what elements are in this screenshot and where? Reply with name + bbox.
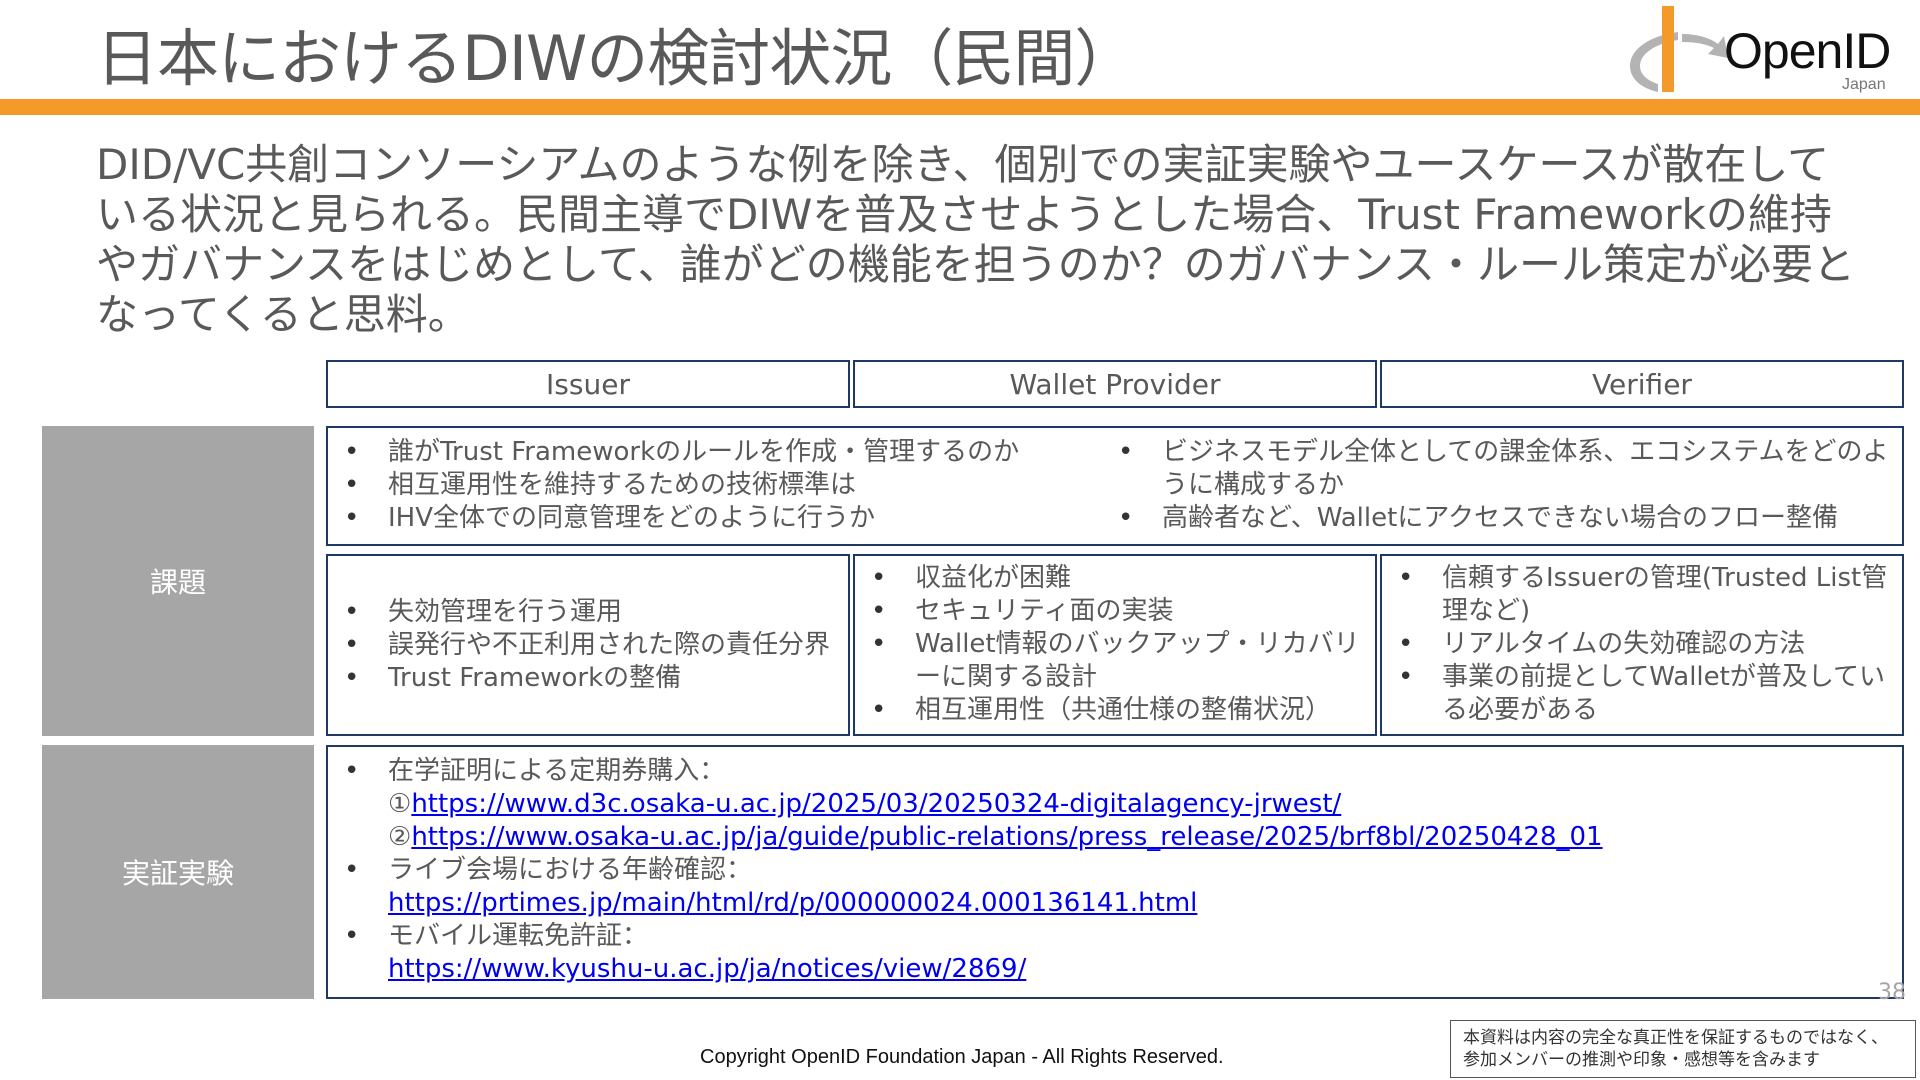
column-header-issuer: Issuer <box>326 360 850 408</box>
list-item: リアルタイムの失効確認の方法 <box>1398 628 1892 661</box>
list-item: Wallet情報のバックアップ・リカバリーに関する設計 <box>871 628 1365 694</box>
list-item: 収益化が困難 <box>871 562 1365 595</box>
row-label-kadai: 課題 <box>42 426 314 736</box>
link-prtimes[interactable]: https://prtimes.jp/main/html/rd/p/000000… <box>388 888 1197 918</box>
list-item: Trust Frameworkの整備 <box>344 662 848 695</box>
list-item: IHV全体での同意管理をどのように行うか <box>344 502 1088 535</box>
list-item: 事業の前提としてWalletが普及している必要がある <box>1398 661 1892 727</box>
disclaimer-box: 本資料は内容の完全な真正性を保証するものではなく、参加メンバーの推測や印象・感想… <box>1450 1020 1916 1078</box>
list-item: セキュリティ面の実装 <box>871 595 1365 628</box>
wallet-issues-box: 収益化が困難 セキュリティ面の実装 Wallet情報のバックアップ・リカバリーに… <box>853 554 1377 736</box>
list-item: 相互運用性（共通仕様の整備状況） <box>871 694 1365 727</box>
copyright-text: Copyright OpenID Foundation Japan - All … <box>700 1046 1224 1068</box>
page-number: 38 <box>1878 980 1906 1005</box>
row-label-jissho: 実証実験 <box>42 745 314 999</box>
list-item: ライブ会場における年齢確認： https://prtimes.jp/main/h… <box>344 854 1902 920</box>
jissho-box: 在学証明による定期券購入： ①https://www.d3c.osaka-u.a… <box>326 745 1904 999</box>
list-item: 在学証明による定期券購入： ①https://www.d3c.osaka-u.a… <box>344 755 1902 854</box>
header-accent-bar <box>0 99 1920 115</box>
item-label: ライブ会場における年齢確認： <box>388 855 753 885</box>
common-issues-box: 誰がTrust Frameworkのルールを作成・管理するのか 相互運用性を維持… <box>326 426 1904 546</box>
list-item: 信頼するIssuerの管理(Trusted List管理など) <box>1398 562 1892 628</box>
logo-text: OpenID <box>1724 23 1891 79</box>
column-header-wallet-provider: Wallet Provider <box>853 360 1377 408</box>
logo-subtext: Japan <box>1842 76 1886 93</box>
list-item: 失効管理を行う運用 <box>344 596 848 629</box>
link-d3c-osaka[interactable]: https://www.d3c.osaka-u.ac.jp/2025/03/20… <box>411 789 1341 819</box>
list-item: 誤発行や不正利用された際の責任分界 <box>344 629 848 662</box>
slide-title: 日本におけるDIWの検討状況（民間） <box>96 22 1136 95</box>
lead-paragraph: DID/VC共創コンソーシアムのような例を除き、個別での実証実験やユースケースが… <box>96 140 1855 339</box>
item-label: モバイル運転免許証： <box>388 921 649 951</box>
item-label: 在学証明による定期券購入： <box>388 756 726 786</box>
link-kyushu[interactable]: https://www.kyushu-u.ac.jp/ja/notices/vi… <box>388 954 1026 984</box>
list-item: 相互運用性を維持するための技術標準は <box>344 469 1088 502</box>
column-header-verifier: Verifier <box>1380 360 1904 408</box>
link-prefix: ① <box>388 789 412 819</box>
list-item: モバイル運転免許証： https://www.kyushu-u.ac.jp/ja… <box>344 920 1902 986</box>
link-osaka-press-release[interactable]: https://www.osaka-u.ac.jp/ja/guide/publi… <box>411 822 1602 852</box>
list-item: 誰がTrust Frameworkのルールを作成・管理するのか <box>344 436 1088 469</box>
list-item: 高齢者など、Walletにアクセスできない場合のフロー整備 <box>1118 502 1892 535</box>
verifier-issues-box: 信頼するIssuerの管理(Trusted List管理など) リアルタイムの失… <box>1380 554 1904 736</box>
list-item: ビジネスモデル全体としての課金体系、エコシステムをどのように構成するか <box>1118 436 1892 502</box>
link-prefix: ② <box>388 822 412 852</box>
issuer-issues-box: 失効管理を行う運用 誤発行や不正利用された際の責任分界 Trust Framew… <box>326 554 850 736</box>
